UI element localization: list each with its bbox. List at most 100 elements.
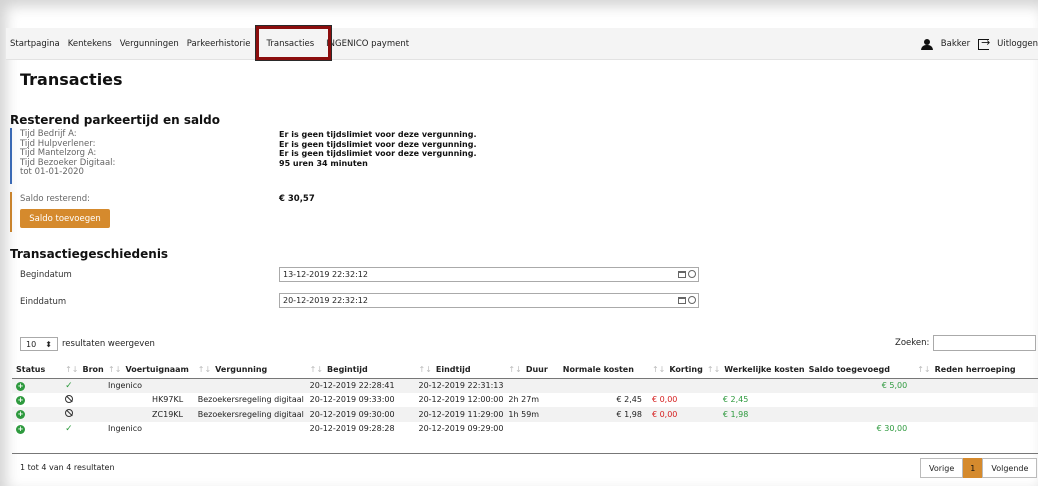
cell-eindtijd: 20-12-2019 12:00:00: [418, 395, 504, 405]
search-control: Zoeken:: [895, 335, 1037, 351]
col-header-vergunning[interactable]: ↑↓ Vergunning: [193, 361, 306, 379]
page-length-select[interactable]: 10 ⬍: [20, 337, 58, 351]
col-header-reden-herroeping[interactable]: ↑↓ Reden herroeping: [913, 361, 1038, 379]
end-date-input[interactable]: 20-12-2019 22:32:12: [279, 293, 699, 308]
user-icon: [920, 38, 933, 50]
col-header-status[interactable]: Status: [12, 361, 62, 379]
user-area: Bakker Uitloggen: [920, 28, 1038, 60]
expand-row-icon[interactable]: +: [16, 410, 25, 420]
col-header-korting[interactable]: ↑↓ Korting: [647, 361, 703, 379]
nav-parkeerhistorie[interactable]: Parkeerhistorie: [183, 39, 255, 49]
table-row[interactable]: + ZC19KL Bezoekersregeling digitaal 20-1…: [12, 407, 1038, 422]
balance-section-title: Resterend parkeertijd en saldo: [10, 113, 220, 127]
cell-reden-herroeping: [913, 422, 1038, 437]
nav-kentekens[interactable]: Kentekens: [64, 39, 116, 49]
expand-row-icon[interactable]: +: [16, 424, 25, 434]
balance-value: Er is geen tijdslimiet voor deze vergunn…: [279, 149, 477, 158]
cell-vergunning: [193, 378, 306, 393]
balance-value: Er is geen tijdslimiet voor deze vergunn…: [279, 130, 477, 139]
check-icon: ✓: [65, 380, 73, 391]
cell-werkelijke-kosten: € 1,98: [702, 407, 805, 422]
begin-date-value: 13-12-2019 22:32:12: [283, 270, 368, 279]
ban-icon: [65, 409, 74, 418]
saldo-bar: [10, 192, 12, 232]
cell-eindtijd: 20-12-2019 22:31:13: [414, 378, 505, 393]
expand-row-icon[interactable]: +: [16, 381, 25, 391]
cell-bron: HK97KL: [152, 395, 184, 405]
nav-vergunningen[interactable]: Vergunningen: [116, 39, 183, 49]
cell-korting: [648, 422, 703, 437]
col-header-werkelijke-kosten[interactable]: ↑↓ Werkelijke kosten: [702, 361, 805, 379]
begin-date-label: Begindatum: [20, 270, 72, 280]
cell-duur: 1h 59m: [504, 407, 559, 422]
cell-vergunning: [194, 422, 306, 437]
user-name[interactable]: Bakker: [941, 39, 970, 49]
col-header-duur[interactable]: ↑↓ Duur: [504, 361, 559, 379]
saldo-value: € 30,57: [279, 194, 315, 204]
page-length-control: 10 ⬍ resultaten weergeven: [20, 337, 155, 351]
col-header-bron[interactable]: ↑↓ Bron: [61, 361, 105, 379]
clock-icon[interactable]: [688, 296, 696, 304]
cell-duur: [504, 378, 559, 393]
cell-vergunning: Bezoekersregeling digitaal: [197, 395, 304, 405]
table-row[interactable]: + HK97KL Bezoekersregeling digitaal 20-1…: [12, 393, 1038, 408]
cell-korting: € 0,00: [651, 395, 678, 405]
table-row[interactable]: + ✓ Ingenico 20-12-2019 09:28:28 20-12-2…: [12, 422, 1038, 437]
col-header-saldo-toegevoegd[interactable]: Saldo toegevoegd: [804, 361, 914, 379]
cell-duur: [504, 422, 558, 437]
cell-normale-kosten: € 2,45: [616, 395, 642, 405]
cell-bron: Ingenico: [108, 424, 143, 434]
col-header-voertuignaam[interactable]: ↑↓ Voertuignaam: [104, 361, 194, 379]
nav-startpagina[interactable]: Startpagina: [6, 39, 64, 49]
cell-reden-herroeping: [913, 407, 1038, 422]
cell-begintijd: 20-12-2019 22:28:41: [305, 378, 415, 393]
nav-ingenico-payment[interactable]: INGENICO payment: [322, 39, 413, 49]
search-input[interactable]: [933, 335, 1037, 351]
clock-icon[interactable]: [688, 270, 696, 278]
col-header-eindtijd[interactable]: ↑↓ Eindtijd: [414, 361, 505, 379]
end-date-label: Einddatum: [20, 297, 67, 307]
cell-saldo-toegevoegd: [805, 393, 914, 408]
pagination: Vorige 1 Volgende: [920, 458, 1038, 478]
ban-icon: [65, 394, 74, 403]
expand-row-icon[interactable]: +: [16, 395, 25, 405]
cell-bron: Ingenico: [104, 378, 194, 393]
cell-vergunning: Bezoekersregeling digitaal: [193, 407, 306, 422]
add-saldo-button[interactable]: Saldo toevoegen: [20, 209, 110, 228]
logout-link[interactable]: Uitloggen: [997, 39, 1038, 49]
cell-normale-kosten: [559, 422, 648, 437]
transactions-table: Status ↑↓ Bron ↑↓ Voertuignaam ↑↓ Vergunnin…: [12, 361, 1038, 436]
col-header-begintijd[interactable]: ↑↓ Begintijd: [305, 361, 415, 379]
table-bottom-border: [12, 453, 1038, 454]
cell-werkelijke-kosten: [702, 378, 805, 393]
cell-saldo-toegevoegd: € 30,00: [876, 424, 908, 434]
calendar-icon[interactable]: [678, 297, 686, 304]
cell-korting: [647, 378, 703, 393]
col-header-normale-kosten[interactable]: Normale kosten: [558, 361, 648, 379]
logout-icon[interactable]: [978, 36, 990, 50]
calendar-icon[interactable]: [678, 271, 686, 278]
active-tab-highlight: [256, 26, 331, 60]
cell-saldo-toegevoegd: [804, 407, 914, 422]
cell-werkelijke-kosten: [703, 422, 805, 437]
page-1-button[interactable]: 1: [963, 458, 983, 478]
page-title: Transacties: [20, 70, 123, 89]
top-nav: Startpagina Kentekens Vergunningen Parke…: [6, 28, 1038, 60]
cell-reden-herroeping: [913, 393, 1038, 408]
begin-date-input[interactable]: 13-12-2019 22:32:12: [279, 267, 699, 282]
cell-begintijd: 20-12-2019 09:28:28: [309, 424, 395, 434]
cell-begintijd: 20-12-2019 09:30:00: [305, 407, 415, 422]
balance-value: 95 uren 34 minuten: [279, 158, 368, 168]
end-date-value: 20-12-2019 22:32:12: [283, 296, 368, 305]
results-info: 1 tot 4 van 4 resultaten: [20, 463, 115, 472]
table-header-row: Status ↑↓ Bron ↑↓ Voertuignaam ↑↓ Vergunnin…: [12, 361, 1038, 379]
prev-page-button[interactable]: Vorige: [920, 458, 964, 478]
cell-eindtijd: 20-12-2019 09:29:00: [418, 424, 504, 434]
table-row[interactable]: + ✓ Ingenico 20-12-2019 22:28:41 20-12-2…: [12, 378, 1038, 393]
cell-begintijd: 20-12-2019 09:33:00: [309, 395, 395, 405]
cell-duur: 2h 27m: [508, 395, 540, 405]
search-label: Zoeken:: [895, 338, 930, 348]
next-page-button[interactable]: Volgende: [982, 458, 1038, 478]
page-length-value: 10: [26, 339, 37, 349]
cell-reden-herroeping: [913, 378, 1038, 393]
